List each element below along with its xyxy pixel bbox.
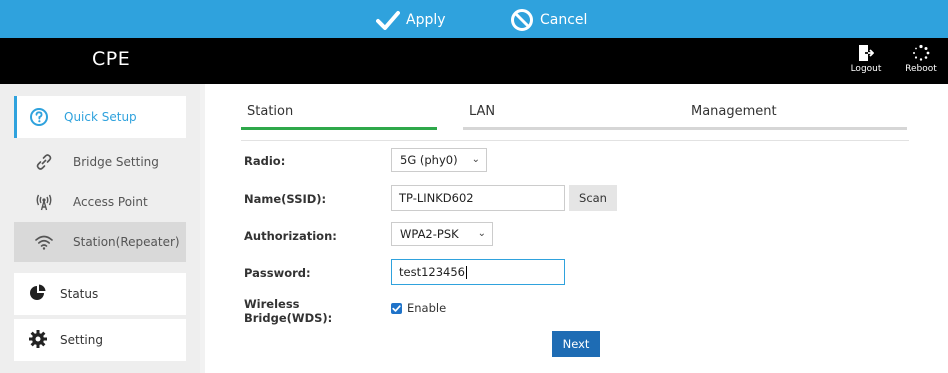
ssid-input[interactable]: TP-LINKD602 <box>391 185 565 211</box>
apply-button[interactable]: Apply <box>376 7 446 33</box>
radio-select-value: 5G (phy0) <box>400 153 458 167</box>
wifi-icon <box>35 235 53 250</box>
antenna-icon <box>36 194 52 211</box>
sidebar-item-access-point[interactable]: Access Point <box>14 182 186 222</box>
cancel-button[interactable]: Cancel <box>510 7 587 33</box>
cancel-icon <box>511 9 533 31</box>
gear-icon <box>29 330 47 348</box>
brand-title: CPE <box>92 48 131 70</box>
logout-label: Logout <box>850 64 882 74</box>
scan-button[interactable]: Scan <box>569 185 617 211</box>
ssid-input-value: TP-LINKD602 <box>399 191 474 205</box>
sidebar-item-label: Bridge Setting <box>73 155 159 169</box>
tab-indicator <box>463 127 685 130</box>
top-header: CPE Logout Reboot <box>0 38 948 84</box>
sidebar-item-status[interactable]: Status <box>14 273 186 315</box>
authorization-select[interactable]: WPA2-PSK ⌄ <box>391 222 493 246</box>
question-icon <box>30 108 48 126</box>
apply-label: Apply <box>406 12 446 28</box>
link-icon <box>36 154 52 170</box>
sidebar-item-label: Status <box>60 287 99 301</box>
divider <box>241 140 909 141</box>
next-button[interactable]: Next <box>552 331 600 357</box>
sidebar-item-quick-setup[interactable]: Quick Setup <box>14 96 186 138</box>
reboot-button[interactable]: Reboot <box>901 44 941 74</box>
checkmark-icon <box>376 11 400 30</box>
tab-indicator <box>241 127 437 130</box>
cancel-label: Cancel <box>540 12 588 28</box>
sidebar-item-label: Access Point <box>73 195 148 209</box>
wds-enable-checkbox[interactable] <box>391 303 402 314</box>
action-bar: Apply Cancel <box>0 0 948 38</box>
sidebar-item-label: Quick Setup <box>64 110 137 124</box>
logout-icon <box>859 45 874 61</box>
authorization-label: Authorization: <box>244 229 337 243</box>
tab-management[interactable]: Management <box>685 104 907 130</box>
authorization-select-value: WPA2-PSK <box>400 227 459 241</box>
wds-label-line2: Bridge(WDS): <box>244 311 333 325</box>
tab-lan[interactable]: LAN <box>463 104 685 130</box>
chevron-down-icon: ⌄ <box>471 154 480 165</box>
chevron-down-icon: ⌄ <box>477 228 486 239</box>
tab-label: LAN <box>469 104 496 119</box>
tab-station[interactable]: Station <box>241 104 437 130</box>
reboot-icon <box>913 44 930 61</box>
pie-chart-icon <box>30 284 46 300</box>
sidebar-item-station-repeater[interactable]: Station(Repeater) <box>14 222 186 262</box>
password-input-value: test123456 <box>399 265 465 279</box>
sidebar-item-setting[interactable]: Setting <box>14 319 186 361</box>
sidebar-item-bridge-setting[interactable]: Bridge Setting <box>14 142 186 182</box>
tab-label: Station <box>247 104 294 119</box>
checkmark-icon <box>392 305 401 312</box>
tab-indicator <box>685 127 907 130</box>
text-caret <box>466 266 467 279</box>
radio-label: Radio: <box>244 154 286 168</box>
radio-select[interactable]: 5G (phy0) ⌄ <box>391 148 487 172</box>
sidebar-item-label: Setting <box>60 333 103 347</box>
password-label: Password: <box>244 266 311 280</box>
password-input[interactable]: test123456 <box>391 259 565 285</box>
main-panel: Station LAN Management Radio: 5G (phy0) … <box>205 84 948 373</box>
sidebar-item-label: Station(Repeater) <box>73 235 180 249</box>
tab-label: Management <box>691 104 777 119</box>
ssid-label: Name(SSID): <box>244 192 327 206</box>
wds-enable-label: Enable <box>407 301 447 315</box>
logout-button[interactable]: Logout <box>846 44 886 74</box>
wds-label-line1: Wireless <box>244 297 300 311</box>
sidebar: Quick Setup Bridge Setting Access Point … <box>0 84 200 373</box>
reboot-label: Reboot <box>905 64 937 74</box>
